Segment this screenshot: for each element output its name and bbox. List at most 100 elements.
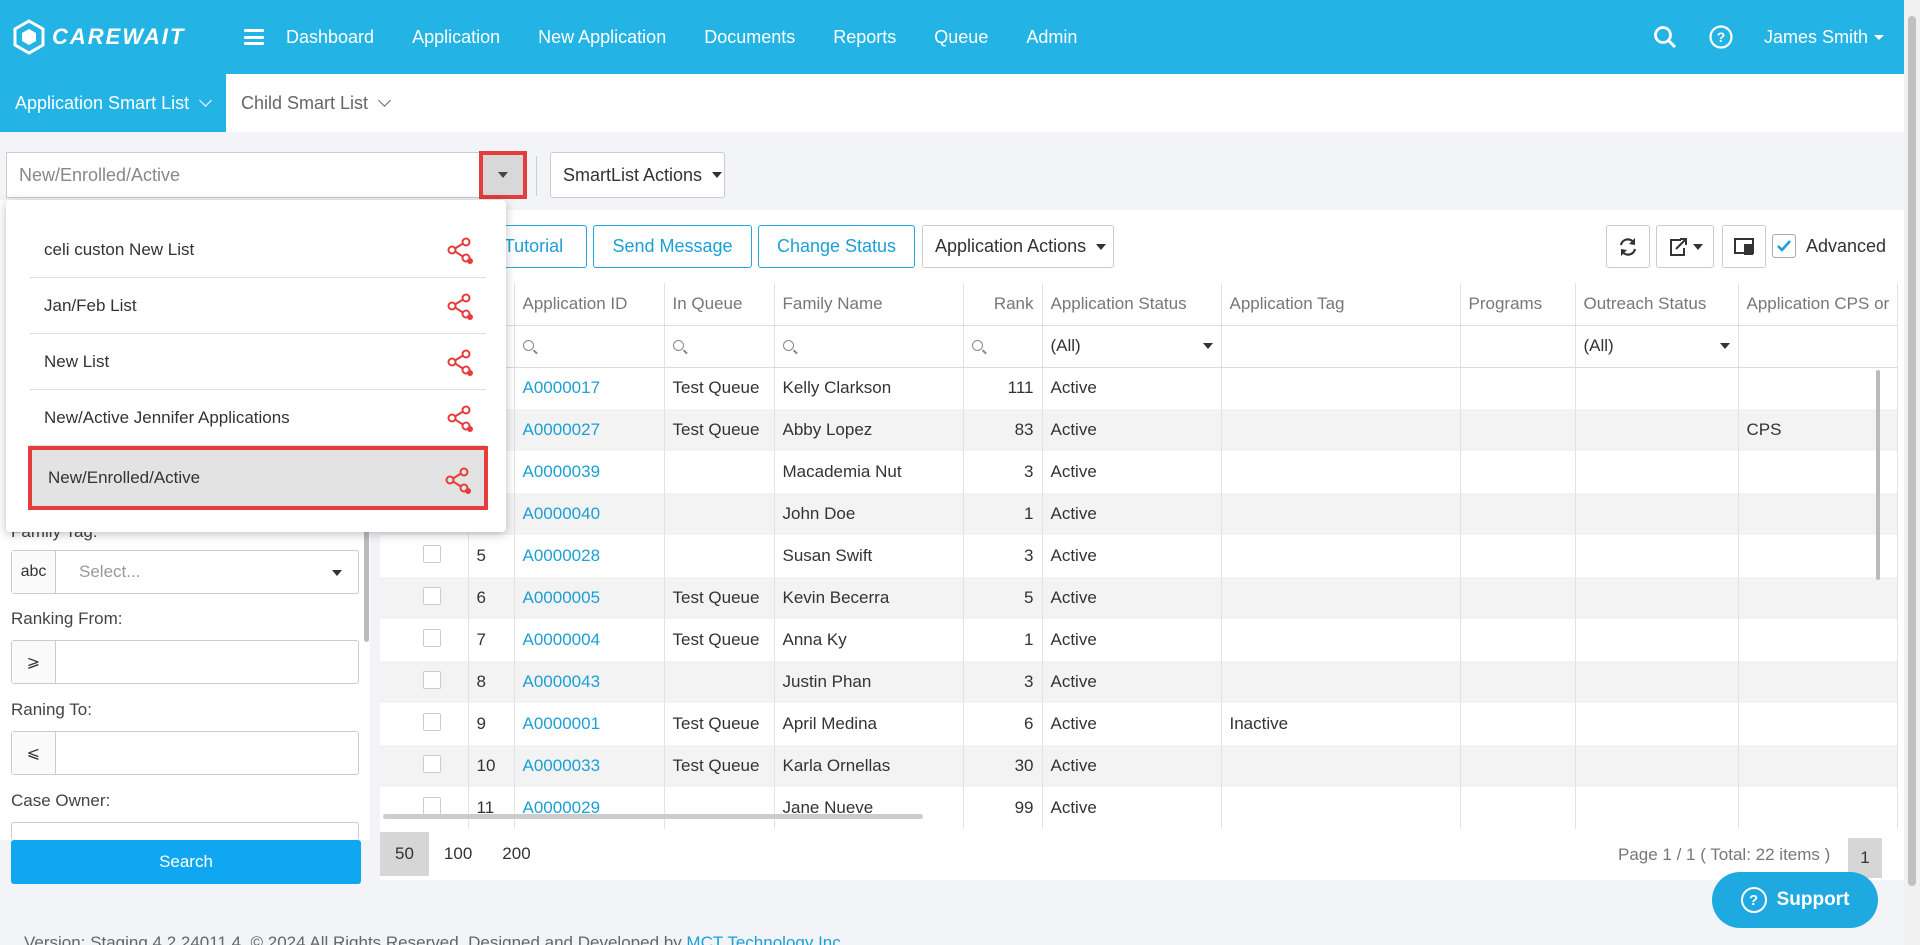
export-button[interactable] xyxy=(1656,225,1714,268)
search-button[interactable]: Search xyxy=(11,840,361,884)
tab-application-smart-list[interactable]: Application Smart List xyxy=(0,74,226,132)
row-select-checkbox[interactable] xyxy=(422,712,441,731)
smartlist-option-selected[interactable]: New/Enrolled/Active xyxy=(28,446,488,510)
smartlist-option[interactable]: New List xyxy=(30,334,486,390)
table-row[interactable]: 10 A0000033 Test Queue Karla Ornellas 30 Acti… xyxy=(380,745,1899,787)
application-id-cell[interactable]: A0000040 xyxy=(514,493,665,535)
application-actions-dropdown[interactable]: Application Actions xyxy=(922,225,1114,268)
table-row[interactable]: 7 A0000004 Test Queue Anna Ky 1 Active xyxy=(380,619,1899,661)
smartlist-selector[interactable]: New/Enrolled/Active xyxy=(6,152,526,198)
send-message-button[interactable]: Send Message xyxy=(593,225,752,268)
application-id-value[interactable]: A0000001 xyxy=(523,714,601,733)
ranking-to-input[interactable]: ⩽ xyxy=(11,731,359,775)
row-select-checkbox[interactable] xyxy=(422,796,441,815)
application-id-value[interactable]: A0000040 xyxy=(523,504,601,523)
page-scrollbar-thumb[interactable] xyxy=(1908,16,1916,886)
column-header-cps[interactable]: Application CPS or xyxy=(1738,283,1899,326)
table-row[interactable]: A0000040 John Doe 1 Active xyxy=(380,493,1899,535)
application-id-cell[interactable]: A0000033 xyxy=(514,745,665,787)
row-checkbox-cell[interactable] xyxy=(380,745,469,787)
search-icon[interactable] xyxy=(1652,24,1678,50)
application-id-cell[interactable]: A0000004 xyxy=(514,619,665,661)
application-id-value[interactable]: A0000027 xyxy=(523,420,601,439)
grid-horizontal-scrollbar[interactable] xyxy=(383,814,923,819)
application-id-value[interactable]: A0000043 xyxy=(523,672,601,691)
column-header-application-status[interactable]: Application Status xyxy=(1042,283,1222,326)
family-tag-select[interactable]: abc Select... xyxy=(11,550,359,594)
nav-documents[interactable]: Documents xyxy=(704,27,795,48)
page-size-100[interactable]: 100 xyxy=(429,832,487,876)
application-id-cell[interactable]: A0000027 xyxy=(514,409,665,451)
smartlist-option[interactable]: Jan/Feb List xyxy=(30,278,486,334)
table-row[interactable]: A0000017 Test Queue Kelly Clarkson 111 Activ… xyxy=(380,367,1899,409)
application-id-filter[interactable] xyxy=(514,325,665,368)
application-id-cell[interactable]: A0000001 xyxy=(514,703,665,745)
cps-filter[interactable] xyxy=(1738,325,1899,368)
column-header-application-id[interactable]: Application ID xyxy=(514,283,665,326)
application-id-value[interactable]: A0000039 xyxy=(523,462,601,481)
application-id-value[interactable]: A0000033 xyxy=(523,756,601,775)
rank-filter[interactable] xyxy=(963,325,1043,368)
column-header-application-tag[interactable]: Application Tag xyxy=(1221,283,1461,326)
row-checkbox-cell[interactable] xyxy=(380,535,469,577)
row-checkbox-cell[interactable] xyxy=(380,703,469,745)
application-id-value[interactable]: A0000017 xyxy=(523,378,601,397)
page-scrollbar[interactable] xyxy=(1904,0,1920,945)
application-id-cell[interactable]: A0000029 xyxy=(514,787,665,829)
application-id-cell[interactable]: A0000017 xyxy=(514,367,665,409)
page-size-200[interactable]: 200 xyxy=(487,832,545,876)
nav-admin[interactable]: Admin xyxy=(1026,27,1077,48)
row-checkbox-cell[interactable] xyxy=(380,787,469,829)
application-id-cell[interactable]: A0000039 xyxy=(514,451,665,493)
logo[interactable]: CAREWAIT xyxy=(12,19,222,55)
row-select-checkbox[interactable] xyxy=(422,586,441,605)
smartlist-option[interactable]: celi custon New List xyxy=(30,222,486,278)
row-checkbox-cell[interactable] xyxy=(380,661,469,703)
table-row[interactable]: A0000039 Macademia Nut 3 Active xyxy=(380,451,1899,493)
column-header-in-queue[interactable]: In Queue xyxy=(664,283,775,326)
application-id-cell[interactable]: A0000028 xyxy=(514,535,665,577)
table-row[interactable]: 9 A0000001 Test Queue April Medina 6 Active In… xyxy=(380,703,1899,745)
application-tag-filter[interactable] xyxy=(1221,325,1461,368)
row-checkbox-cell[interactable] xyxy=(380,619,469,661)
refresh-button[interactable] xyxy=(1606,225,1650,268)
footer-company-link[interactable]: MCT Technology Inc. xyxy=(686,933,845,945)
outreach-status-filter[interactable]: (All) xyxy=(1575,325,1739,368)
row-select-checkbox[interactable] xyxy=(422,670,441,689)
application-status-filter[interactable]: (All) xyxy=(1042,325,1222,368)
share-icon[interactable] xyxy=(446,236,474,264)
row-checkbox-cell[interactable] xyxy=(380,577,469,619)
share-icon[interactable] xyxy=(444,466,472,494)
ranking-from-input[interactable]: ⩾ xyxy=(11,640,359,684)
application-id-value[interactable]: A0000004 xyxy=(523,630,601,649)
nav-dashboard[interactable]: Dashboard xyxy=(286,27,374,48)
case-owner-input[interactable] xyxy=(11,822,359,840)
application-id-cell[interactable]: A0000043 xyxy=(514,661,665,703)
column-header-outreach-status[interactable]: Outreach Status xyxy=(1575,283,1739,326)
in-queue-filter[interactable] xyxy=(664,325,775,368)
menu-toggle-icon[interactable] xyxy=(244,29,264,45)
table-row[interactable]: 6 A0000005 Test Queue Kevin Becerra 5 Active xyxy=(380,577,1899,619)
application-id-cell[interactable]: A0000005 xyxy=(514,577,665,619)
smartlist-option[interactable]: New/Active Jennifer Applications xyxy=(30,390,486,446)
share-icon[interactable] xyxy=(446,292,474,320)
help-icon[interactable]: ? xyxy=(1708,24,1734,50)
application-id-value[interactable]: A0000005 xyxy=(523,588,601,607)
page-size-50[interactable]: 50 xyxy=(380,832,429,876)
column-header-programs[interactable]: Programs xyxy=(1460,283,1576,326)
table-row[interactable]: 11 A0000029 Jane Nueve 99 Active xyxy=(380,787,1899,829)
change-status-button[interactable]: Change Status xyxy=(758,225,915,268)
support-button[interactable]: ? Support xyxy=(1712,872,1878,928)
column-header-family-name[interactable]: Family Name xyxy=(774,283,964,326)
advanced-checkbox[interactable] xyxy=(1772,234,1796,258)
nav-reports[interactable]: Reports xyxy=(833,27,896,48)
user-menu[interactable]: James Smith xyxy=(1764,27,1884,48)
nav-new-application[interactable]: New Application xyxy=(538,27,666,48)
share-icon[interactable] xyxy=(446,404,474,432)
share-icon[interactable] xyxy=(446,348,474,376)
smartlist-dropdown-button[interactable] xyxy=(479,151,527,199)
tab-child-smart-list[interactable]: Child Smart List xyxy=(226,74,404,132)
programs-filter[interactable] xyxy=(1460,325,1576,368)
column-header-rank[interactable]: Rank xyxy=(963,283,1043,326)
table-row[interactable]: 5 A0000028 Susan Swift 3 Active xyxy=(380,535,1899,577)
